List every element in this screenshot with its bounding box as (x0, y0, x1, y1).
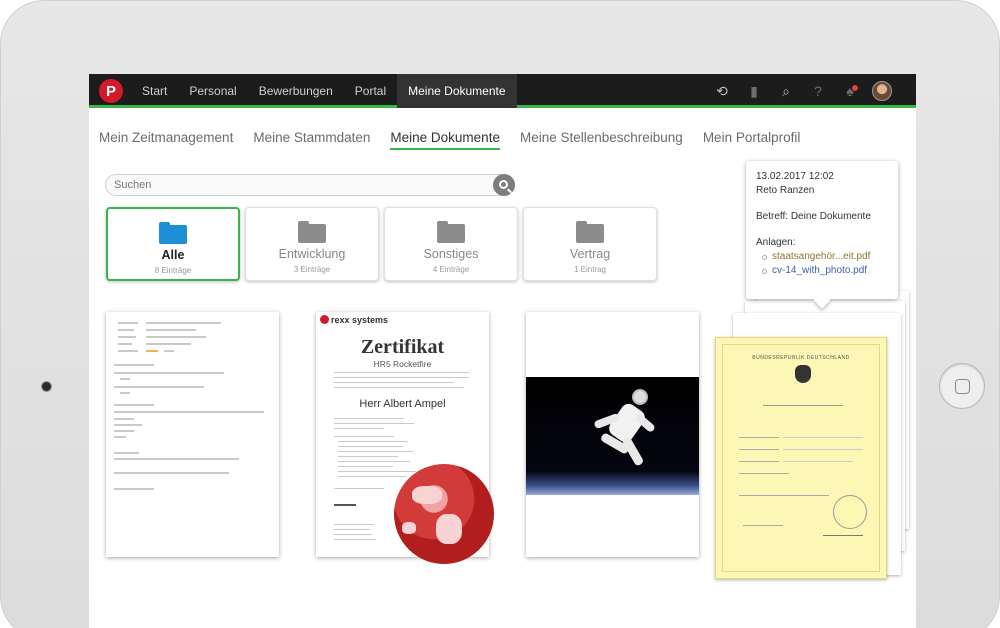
folder-entwicklung[interactable]: Entwicklung 3 Einträge (245, 207, 379, 281)
astronaut-image (526, 377, 699, 495)
tooltip-date: 13.02.2017 12:02 (756, 171, 834, 182)
folder-icon (298, 221, 326, 243)
certificate-subtitle: HR5 Rocketfire (373, 359, 432, 369)
document-stack-citizenship[interactable]: BUNDESREPUBLIK DEUTSCHLAND (715, 291, 915, 581)
folder-list: Alle 8 Einträge Entwicklung 3 Einträge S… (106, 207, 657, 281)
certificate-title: Zertifikat (360, 336, 445, 358)
message-tooltip: 13.02.2017 12:02 Reto Ranzen Betreff: De… (746, 161, 898, 299)
nav-start[interactable]: Start (131, 74, 178, 108)
document-thumbnail-form[interactable] (106, 312, 279, 557)
folder-icon (576, 221, 604, 243)
bullet-icon (762, 254, 767, 260)
tooltip-author: Reto Ranzen (756, 185, 815, 196)
topbar-icons: ⟲ ▮ ⌕ ? ♠ (706, 74, 898, 108)
tab-stammdaten[interactable]: Meine Stammdaten (253, 130, 370, 150)
magnifier-icon (498, 179, 508, 189)
citizenship-certificate: BUNDESREPUBLIK DEUTSCHLAND (715, 337, 887, 579)
folder-sonstiges[interactable]: Sonstiges 4 Einträge (384, 207, 518, 281)
avatar (872, 81, 892, 101)
main-nav: Start Personal Bewerbungen Portal Meine … (131, 74, 517, 108)
folder-count: 1 Eintrag (573, 265, 607, 274)
folder-icon (437, 221, 465, 243)
top-navigation-bar: P Start Personal Bewerbungen Portal Mein… (89, 74, 916, 108)
user-avatar-button[interactable] (866, 74, 898, 108)
folder-name: Vertrag (569, 247, 611, 261)
search-input[interactable] (106, 175, 486, 195)
bookmark-icon[interactable]: ▮ (738, 74, 770, 108)
folder-vertrag[interactable]: Vertrag 1 Eintrag (523, 207, 657, 281)
globe-graphic (394, 464, 494, 564)
tab-stellenbeschreibung[interactable]: Meine Stellenbeschreibung (520, 130, 683, 150)
folder-count: 8 Einträge (154, 266, 192, 275)
folder-alle[interactable]: Alle 8 Einträge (106, 207, 240, 281)
help-icon[interactable]: ? (802, 74, 834, 108)
attachment-link[interactable]: staatsangehör...eit.pdf (756, 250, 888, 264)
sub-tabs: Mein Zeitmanagement Meine Stammdaten Mei… (99, 130, 820, 150)
folder-count: 3 Einträge (293, 265, 331, 274)
tooltip-subject: Betreff: Deine Dokumente (756, 211, 871, 222)
attachment-link[interactable]: cv-14_with_photo.pdf (756, 264, 888, 278)
eagle-emblem-icon (795, 365, 811, 383)
home-button[interactable] (939, 363, 985, 409)
search-icon[interactable]: ⌕ (770, 74, 802, 108)
camera-dot (41, 381, 52, 392)
nav-meine-dokumente[interactable]: Meine Dokumente (397, 74, 517, 108)
bullet-icon (762, 268, 767, 274)
folder-count: 4 Einträge (432, 265, 470, 274)
folder-name: Sonstiges (423, 247, 479, 261)
document-thumbnail-certificate[interactable]: rexx systems Zertifikat HR5 Rocketfire H… (316, 312, 494, 564)
tab-meine-dokumente[interactable]: Meine Dokumente (390, 130, 500, 150)
tab-zeitmanagement[interactable]: Mein Zeitmanagement (99, 130, 233, 150)
app-logo[interactable]: P (99, 79, 123, 103)
search-button[interactable] (493, 174, 515, 196)
folder-name: Alle (161, 248, 185, 262)
tooltip-attachments-label: Anlagen: (756, 237, 796, 248)
rexx-logo: rexx systems (320, 315, 388, 325)
search-bar (105, 174, 515, 196)
nav-portal[interactable]: Portal (344, 74, 397, 108)
document-thumbnail-photo[interactable] (526, 312, 699, 557)
folder-open-icon (159, 222, 187, 244)
folder-name: Entwicklung (278, 247, 346, 261)
history-icon[interactable]: ⟲ (706, 74, 738, 108)
nav-personal[interactable]: Personal (178, 74, 247, 108)
official-seal (833, 495, 867, 529)
tab-portalprofil[interactable]: Mein Portalprofil (703, 130, 801, 150)
nav-bewerbungen[interactable]: Bewerbungen (248, 74, 344, 108)
certificate-header: BUNDESREPUBLIK DEUTSCHLAND (752, 355, 850, 361)
notification-bell-icon[interactable]: ♠ (834, 74, 866, 108)
tablet-frame: P Start Personal Bewerbungen Portal Mein… (0, 0, 1000, 628)
certificate-recipient: Herr Albert Ampel (359, 398, 446, 410)
